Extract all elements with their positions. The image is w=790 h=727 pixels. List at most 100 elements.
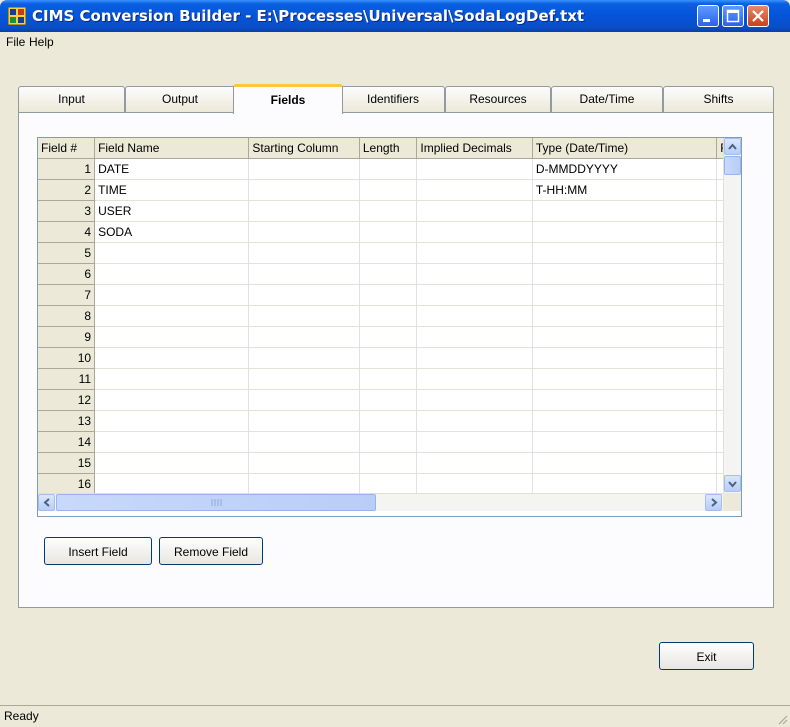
starting-column-cell[interactable]: [248, 242, 360, 264]
table-row[interactable]: 11: [38, 368, 741, 390]
table-row[interactable]: 6: [38, 263, 741, 285]
type-cell[interactable]: [532, 368, 718, 390]
table-row[interactable]: 13: [38, 410, 741, 432]
starting-column-cell[interactable]: [248, 326, 360, 348]
minimize-button[interactable]: [697, 5, 719, 27]
column-header-field-name[interactable]: Field Name: [94, 138, 250, 159]
tab-date-time[interactable]: Date/Time: [551, 86, 663, 112]
remove-field-button[interactable]: Remove Field: [159, 537, 263, 565]
implied-decimals-cell[interactable]: [416, 284, 533, 306]
table-row[interactable]: 10: [38, 347, 741, 369]
implied-decimals-cell[interactable]: [416, 431, 533, 453]
starting-column-cell[interactable]: [248, 200, 360, 222]
scroll-up-button[interactable]: [724, 138, 741, 155]
tab-identifiers[interactable]: Identifiers: [341, 86, 445, 112]
menu-help[interactable]: Help: [29, 35, 54, 49]
field-name-cell[interactable]: [94, 326, 250, 348]
type-cell[interactable]: T-HH:MM: [532, 179, 718, 201]
tab-shifts[interactable]: Shifts: [663, 86, 774, 112]
menu-file[interactable]: File: [6, 35, 25, 49]
type-cell[interactable]: [532, 242, 718, 264]
horizontal-scrollbar[interactable]: [38, 493, 723, 511]
table-row[interactable]: 8: [38, 305, 741, 327]
scroll-right-button[interactable]: [705, 494, 722, 511]
scroll-left-button[interactable]: [38, 494, 55, 511]
implied-decimals-cell[interactable]: [416, 242, 533, 264]
field-name-cell[interactable]: [94, 452, 250, 474]
length-cell[interactable]: [359, 347, 418, 369]
length-cell[interactable]: [359, 263, 418, 285]
horizontal-scroll-thumb[interactable]: [56, 494, 376, 511]
length-cell[interactable]: [359, 179, 418, 201]
close-button[interactable]: [747, 5, 769, 27]
length-cell[interactable]: [359, 221, 418, 243]
implied-decimals-cell[interactable]: [416, 200, 533, 222]
length-cell[interactable]: [359, 284, 418, 306]
starting-column-cell[interactable]: [248, 452, 360, 474]
type-cell[interactable]: [532, 431, 718, 453]
length-cell[interactable]: [359, 242, 418, 264]
tab-resources[interactable]: Resources: [445, 86, 551, 112]
vertical-scrollbar[interactable]: [723, 138, 741, 493]
field-name-cell[interactable]: [94, 284, 250, 306]
field-name-cell[interactable]: [94, 431, 250, 453]
implied-decimals-cell[interactable]: [416, 368, 533, 390]
table-row[interactable]: 4 SODA: [38, 221, 741, 243]
tab-input[interactable]: Input: [18, 86, 125, 112]
type-cell[interactable]: [532, 221, 718, 243]
type-cell[interactable]: [532, 389, 718, 411]
exit-button[interactable]: Exit: [659, 642, 754, 670]
implied-decimals-cell[interactable]: [416, 452, 533, 474]
starting-column-cell[interactable]: [248, 368, 360, 390]
table-row[interactable]: 9: [38, 326, 741, 348]
length-cell[interactable]: [359, 389, 418, 411]
length-cell[interactable]: [359, 158, 418, 180]
maximize-button[interactable]: [722, 5, 744, 27]
table-row[interactable]: 2 TIME T-HH:MM: [38, 179, 741, 201]
type-cell[interactable]: [532, 263, 718, 285]
implied-decimals-cell[interactable]: [416, 410, 533, 432]
starting-column-cell[interactable]: [248, 179, 360, 201]
field-name-cell[interactable]: [94, 410, 250, 432]
implied-decimals-cell[interactable]: [416, 389, 533, 411]
type-cell[interactable]: [532, 326, 718, 348]
field-name-cell[interactable]: [94, 263, 250, 285]
implied-decimals-cell[interactable]: [416, 179, 533, 201]
implied-decimals-cell[interactable]: [416, 263, 533, 285]
implied-decimals-cell[interactable]: [416, 326, 533, 348]
starting-column-cell[interactable]: [248, 410, 360, 432]
field-name-cell[interactable]: [94, 473, 250, 495]
table-row[interactable]: 1 DATE D-MMDDYYYY: [38, 158, 741, 180]
starting-column-cell[interactable]: [248, 221, 360, 243]
field-name-cell[interactable]: [94, 242, 250, 264]
field-name-cell[interactable]: [94, 368, 250, 390]
starting-column-cell[interactable]: [248, 284, 360, 306]
table-row[interactable]: 7: [38, 284, 741, 306]
length-cell[interactable]: [359, 431, 418, 453]
resize-grip-icon[interactable]: [776, 713, 788, 725]
table-row[interactable]: 14: [38, 431, 741, 453]
column-header-length[interactable]: Length: [359, 138, 418, 159]
title-bar[interactable]: CIMS Conversion Builder - E:\Processes\U…: [0, 0, 790, 32]
starting-column-cell[interactable]: [248, 389, 360, 411]
type-cell[interactable]: D-MMDDYYYY: [532, 158, 718, 180]
starting-column-cell[interactable]: [248, 347, 360, 369]
insert-field-button[interactable]: Insert Field: [44, 537, 152, 565]
field-name-cell[interactable]: [94, 305, 250, 327]
type-cell[interactable]: [532, 200, 718, 222]
type-cell[interactable]: [532, 410, 718, 432]
implied-decimals-cell[interactable]: [416, 221, 533, 243]
starting-column-cell[interactable]: [248, 263, 360, 285]
starting-column-cell[interactable]: [248, 158, 360, 180]
type-cell[interactable]: [532, 452, 718, 474]
length-cell[interactable]: [359, 410, 418, 432]
column-header-field-num[interactable]: Field #: [38, 138, 96, 159]
scroll-down-button[interactable]: [724, 475, 741, 492]
field-name-cell[interactable]: [94, 347, 250, 369]
type-cell[interactable]: [532, 284, 718, 306]
implied-decimals-cell[interactable]: [416, 473, 533, 495]
length-cell[interactable]: [359, 326, 418, 348]
field-name-cell[interactable]: SODA: [94, 221, 250, 243]
table-row[interactable]: 15: [38, 452, 741, 474]
type-cell[interactable]: [532, 473, 718, 495]
